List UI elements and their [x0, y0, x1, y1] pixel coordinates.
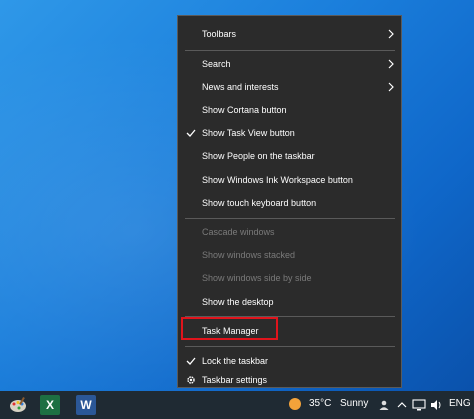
menu-separator [185, 346, 395, 347]
menu-item-show-touch-keyboard-button[interactable]: Show touch keyboard button [178, 192, 401, 214]
menu-item-news-and-interests[interactable]: News and interests [178, 76, 401, 98]
menu-item-show-windows-side-by-side: Show windows side by side [178, 267, 401, 289]
menu-item-toolbars[interactable]: Toolbars [178, 23, 401, 45]
chevron-right-icon [388, 59, 394, 69]
menu-item-label: Show windows stacked [202, 250, 296, 260]
word-letter: W [80, 398, 92, 412]
menu-item-show-the-desktop[interactable]: Show the desktop [178, 291, 401, 313]
chevron-up-icon[interactable] [397, 400, 407, 410]
menu-separator [185, 218, 395, 219]
menu-item-label: Show windows side by side [202, 273, 312, 283]
menu-item-label: News and interests [202, 82, 279, 92]
menu-item-label: Taskbar settings [202, 375, 268, 385]
menu-item-label: Show Task View button [202, 128, 295, 138]
menu-item-cascade-windows: Cascade windows [178, 221, 401, 243]
menu-item-label: Cascade windows [202, 227, 275, 237]
menu-item-label: Toolbars [202, 29, 237, 39]
menu-item-search[interactable]: Search [178, 53, 401, 75]
weather-temperature[interactable]: 35°C [309, 398, 331, 409]
menu-item-label: Lock the taskbar [202, 356, 269, 366]
checkmark-icon [186, 129, 196, 137]
menu-item-label: Show Windows Ink Workspace button [202, 175, 353, 185]
excel-letter: X [45, 398, 54, 412]
volume-icon[interactable] [429, 398, 443, 412]
language-indicator[interactable]: ENG [449, 398, 471, 409]
menu-item-label: Show People on the taskbar [202, 151, 315, 161]
task-manager-highlight-box [181, 317, 278, 340]
menu-item-label: Search [202, 59, 231, 69]
checkmark-icon [186, 357, 196, 365]
network-icon[interactable] [412, 398, 426, 412]
menu-item-show-task-view-button[interactable]: Show Task View button [178, 122, 401, 144]
menu-item-taskbar-settings[interactable]: Taskbar settings [178, 373, 401, 387]
menu-item-show-windows-stacked: Show windows stacked [178, 244, 401, 266]
taskbar[interactable]: X W 35°C Sunny ENG [0, 391, 474, 419]
sun-icon [289, 398, 301, 410]
menu-separator [185, 50, 395, 51]
gear-icon [187, 376, 195, 384]
menu-item-show-windows-ink-workspace-button[interactable]: Show Windows Ink Workspace button [178, 169, 401, 191]
menu-item-label: Show touch keyboard button [202, 198, 317, 208]
menu-item-lock-the-taskbar[interactable]: Lock the taskbar [178, 350, 401, 372]
paint-app-icon[interactable] [8, 395, 28, 415]
excel-app-icon[interactable]: X [40, 395, 60, 415]
menu-item-show-cortana-button[interactable]: Show Cortana button [178, 99, 401, 121]
menu-item-label: Show the desktop [202, 297, 274, 307]
chevron-right-icon [388, 29, 394, 39]
menu-item-label: Show Cortana button [202, 105, 287, 115]
people-icon[interactable] [378, 399, 390, 411]
chevron-right-icon [388, 82, 394, 92]
desktop: Toolbars Search News and interests Show … [0, 0, 474, 419]
weather-condition[interactable]: Sunny [340, 398, 368, 409]
word-app-icon[interactable]: W [76, 395, 96, 415]
menu-item-show-people-on-the-taskbar[interactable]: Show People on the taskbar [178, 145, 401, 167]
